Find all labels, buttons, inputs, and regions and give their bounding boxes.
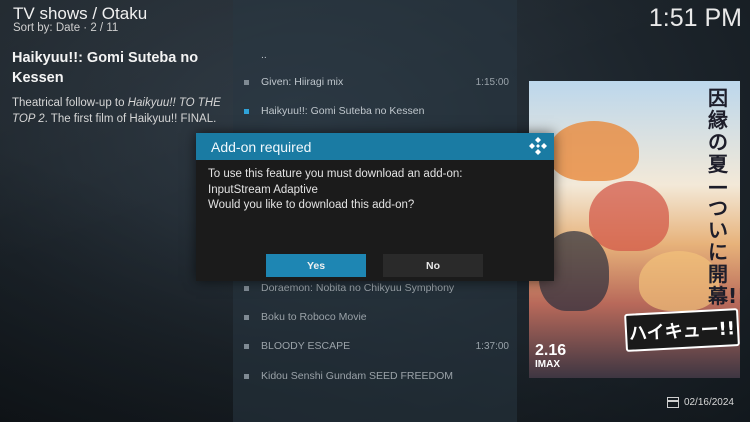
item-title: Haikyuu!!: Gomi Suteba no Kessen [12, 50, 199, 86]
poster-logo: ハイキュー!! [624, 308, 740, 352]
footer-date: 02/16/2024 [666, 397, 734, 408]
poster-tagline: 因縁の夏—ついに開幕!! [708, 86, 740, 308]
list-bullet [244, 285, 249, 291]
dialog-title: Add-on required [211, 138, 312, 155]
list-item[interactable]: Given: Hiiragi mix 1:15:00 [233, 67, 517, 97]
list-bullet [244, 108, 249, 114]
poster-image: 因縁の夏—ついに開幕!! ハイキュー!! 2.16IMAX [529, 81, 740, 378]
dialog-message: To use this feature you must download an… [208, 167, 462, 214]
list-item-label: Boku to Roboco Movie [261, 311, 367, 323]
dialog-header: Add-on required [196, 133, 554, 160]
poster-figure [639, 251, 719, 311]
poster-date: 2.16 [535, 342, 567, 359]
list-item-label: Kidou Senshi Gundam SEED FREEDOM [261, 370, 453, 382]
list-item-duration: 1:15:00 [475, 76, 509, 88]
poster-figure [589, 181, 669, 251]
list-item-label: Haikyuu!!: Gomi Suteba no Kessen [261, 105, 425, 117]
list-bullet [244, 79, 249, 85]
poster-release: 2.16 IMAX [535, 343, 566, 371]
list-item-label: Given: Hiiragi mix [261, 76, 344, 88]
dialog-line: InputStream Adaptive [208, 183, 318, 196]
list-item-label: Doraemon: Nobita no Chikyuu Symphony [261, 282, 455, 294]
no-button[interactable]: No [383, 254, 483, 277]
list-item[interactable]: Kidou Senshi Gundam SEED FREEDOM [233, 361, 517, 391]
list-item-parent[interactable]: .. [233, 40, 517, 70]
list-item-selected[interactable]: Haikyuu!!: Gomi Suteba no Kessen [233, 96, 517, 126]
list-item[interactable]: Boku to Roboco Movie [233, 302, 517, 332]
yes-button[interactable]: Yes [266, 254, 366, 277]
item-plot: Theatrical follow-up to Haikyuu!! TO THE… [12, 95, 224, 127]
list-item-label: BLOODY ESCAPE [261, 340, 351, 352]
list-bullet [244, 343, 249, 349]
dialog-line: Would you like to download this add-on? [208, 199, 415, 211]
plot-text-suffix: . The first film of Haikyuu!! FINAL. [44, 113, 217, 125]
clock: 1:51 PM [648, 4, 742, 32]
kodi-logo-icon [529, 137, 547, 155]
poster-figure [549, 121, 639, 181]
dialog-line: To use this feature you must download an… [208, 168, 463, 180]
addon-dialog: Add-on required To use this feature you … [196, 133, 554, 281]
list-item[interactable]: BLOODY ESCAPE 1:37:00 [233, 331, 517, 361]
list-bullet [244, 314, 249, 320]
list-bullet [244, 373, 249, 379]
date-text: 02/16/2024 [683, 397, 734, 408]
list-item-duration: 1:37:00 [475, 340, 509, 352]
calendar-icon [666, 397, 679, 408]
breadcrumb: TV shows / Otaku [13, 4, 148, 23]
sort-info: Sort by: Date · 2 / 11 [13, 22, 119, 34]
poster-imax: IMAX [535, 359, 560, 370]
plot-text-prefix: Theatrical follow-up to [12, 97, 128, 109]
list-item-label: .. [261, 49, 267, 61]
